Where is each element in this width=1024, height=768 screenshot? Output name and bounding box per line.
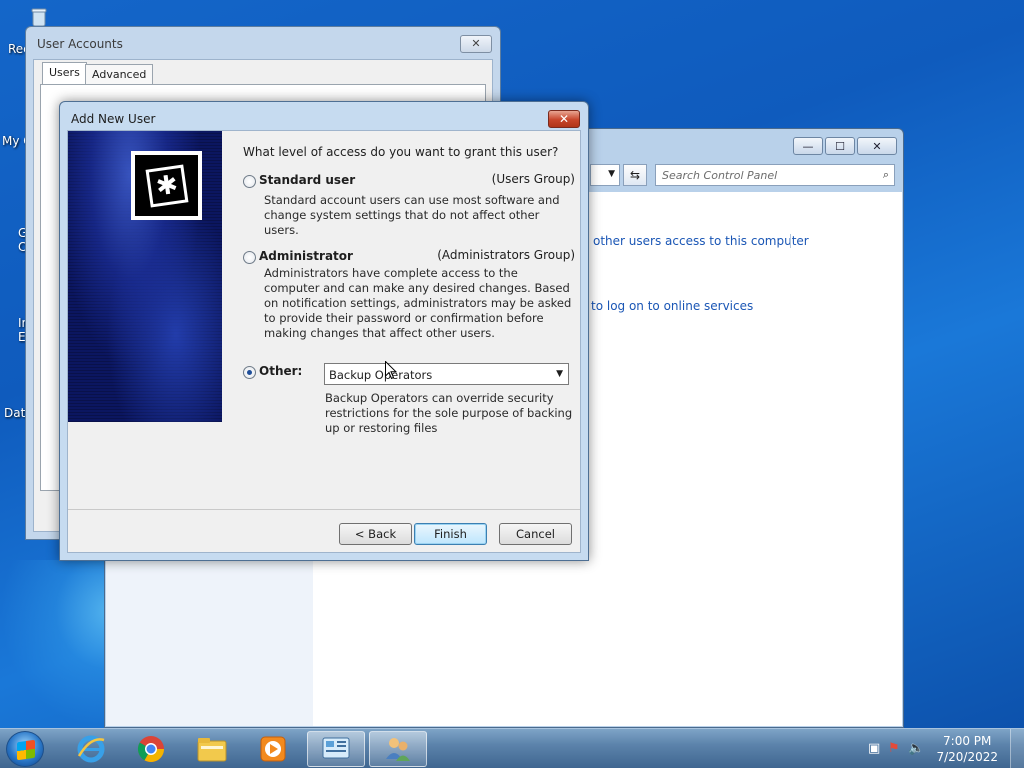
button-separator — [68, 509, 580, 510]
address-bar[interactable]: ▼ — [590, 164, 620, 186]
maximize-button[interactable]: ☐ — [825, 137, 855, 155]
close-button[interactable]: ✕ — [548, 110, 580, 128]
search-input[interactable]: Search Control Panel ⌕ — [655, 164, 895, 186]
volume-icon[interactable]: 🔈 — [908, 741, 924, 756]
search-icon[interactable]: ⌕ — [883, 168, 889, 182]
access-question: What level of access do you want to gran… — [243, 145, 559, 159]
taskbar-chrome-icon[interactable] — [122, 731, 180, 767]
taskbar-explorer-icon[interactable] — [183, 731, 241, 767]
search-placeholder: Search Control Panel — [662, 169, 778, 182]
option-group-administrator: (Administrators Group) — [437, 248, 575, 262]
option-label-standard[interactable]: Standard user — [259, 173, 355, 187]
option-desc-standard: Standard account users can use most soft… — [264, 193, 560, 237]
taskbar-control-panel-icon[interactable] — [307, 731, 365, 767]
taskbar: ▣ ⚑ 🔈 7:00 PM 7/20/2022 — [0, 728, 1024, 768]
finish-button[interactable]: Finish — [414, 523, 487, 545]
chevron-down-icon[interactable]: ▼ — [608, 169, 615, 179]
radio-other[interactable] — [243, 366, 256, 379]
dialog-body: ✱ What level of access do you want to gr… — [67, 130, 581, 553]
radio-administrator[interactable] — [243, 251, 256, 264]
key-icon: ✱ — [131, 151, 202, 220]
group-select[interactable]: Backup Operators ▼ — [324, 363, 569, 385]
dialog-title: Add New User — [71, 112, 156, 126]
link-other-users-access[interactable]: other users access to this computer — [593, 234, 809, 248]
cancel-button[interactable]: Cancel — [499, 523, 572, 545]
option-label-other[interactable]: Other: — [259, 364, 302, 378]
action-center-flag-icon[interactable]: ⚑ — [888, 741, 900, 756]
close-button[interactable]: ✕ — [857, 137, 897, 155]
option-desc-administrator: Administrators have complete access to t… — [264, 266, 572, 340]
system-tray: ▣ ⚑ 🔈 7:00 PM 7/20/2022 — [844, 729, 1024, 768]
option-label-administrator[interactable]: Administrator — [259, 249, 353, 263]
tab-users[interactable]: Users — [42, 62, 87, 85]
close-button[interactable]: ✕ — [460, 35, 492, 53]
wizard-banner: ✱ — [68, 131, 222, 422]
taskbar-user-accounts-icon[interactable] — [369, 731, 427, 767]
add-new-user-dialog[interactable]: Add New User ✕ ✱ What level of access do… — [59, 101, 589, 561]
group-select-value: Backup Operators — [329, 368, 433, 382]
link-separator — [790, 234, 791, 248]
link-online-services[interactable]: to log on to online services — [591, 299, 753, 313]
chevron-down-icon[interactable]: ▼ — [556, 369, 563, 379]
mouse-cursor-icon — [385, 361, 397, 380]
network-icon[interactable]: ▣ — [868, 741, 880, 756]
window-title: User Accounts — [37, 37, 123, 51]
taskbar-media-player-icon[interactable] — [244, 731, 302, 767]
window-caption-controls: — ☐ ✕ — [793, 137, 897, 155]
refresh-button[interactable]: ⇆ — [623, 164, 647, 186]
show-desktop-button[interactable] — [1010, 729, 1024, 768]
radio-standard-user[interactable] — [243, 175, 256, 188]
option-desc-other: Backup Operators can override security r… — [325, 391, 573, 435]
option-group-standard: (Users Group) — [491, 172, 575, 186]
minimize-button[interactable]: — — [793, 137, 823, 155]
windows-logo-icon — [17, 739, 35, 761]
clock-time: 7:00 PM — [943, 734, 992, 748]
back-button[interactable]: < Back — [339, 523, 412, 545]
clock[interactable]: 7:00 PM 7/20/2022 — [936, 733, 998, 765]
start-button[interactable] — [6, 731, 44, 767]
desktop-wallpaper-swirl — [0, 560, 110, 730]
taskbar-ie-icon[interactable] — [62, 731, 120, 767]
clock-date: 7/20/2022 — [936, 750, 998, 764]
tab-advanced[interactable]: Advanced — [85, 64, 154, 84]
